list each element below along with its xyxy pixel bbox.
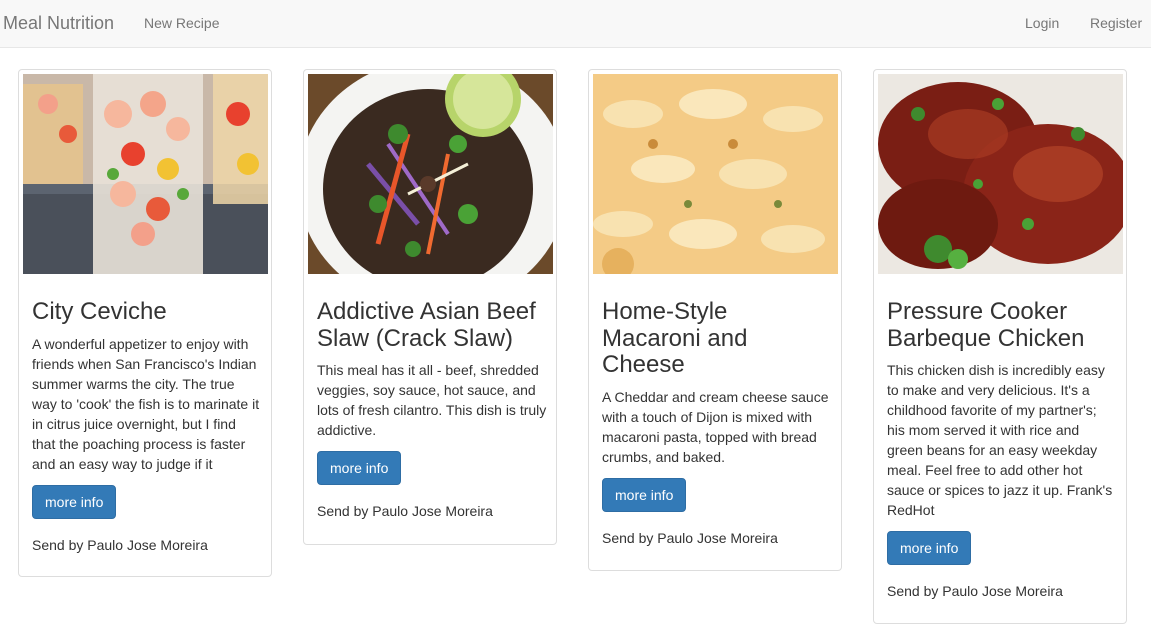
recipe-image-bbq-chicken	[878, 74, 1123, 274]
recipe-description: This chicken dish is incredibly easy to …	[887, 362, 1113, 518]
recipe-caption: Addictive Asian Beef Slaw (Crack Slaw) T…	[317, 298, 547, 521]
recipe-sender: Send by Paulo Jose Moreira	[32, 536, 208, 553]
top-navbar: Meal Nutrition New Recipe Login Register	[0, 0, 1151, 48]
more-info-button[interactable]: more info	[602, 477, 687, 512]
nav-new-recipe[interactable]: New Recipe	[144, 15, 219, 31]
recipe-description: A Cheddar and cream cheese sauce with a …	[602, 388, 829, 465]
recipe-caption: City Ceviche A wonderful appetizer to en…	[32, 298, 262, 555]
recipe-title: Addictive Asian Beef Slaw (Crack Slaw)	[317, 298, 536, 352]
recipe-title: Home-Style Macaroni and Cheese	[602, 298, 748, 378]
more-info-button[interactable]: more info	[317, 451, 402, 485]
recipe-sender: Send by Paulo Jose Moreira	[317, 503, 493, 519]
recipe-description: A wonderful appetizer to enjoy with frie…	[32, 335, 260, 472]
recipe-card: City Ceviche A wonderful appetizer to en…	[18, 69, 272, 577]
nav-login[interactable]: Login	[1025, 15, 1059, 31]
more-info-button[interactable]: more info	[32, 484, 117, 519]
nav-register[interactable]: Register	[1090, 15, 1142, 31]
recipe-sender: Send by Paulo Jose Moreira	[602, 529, 778, 546]
recipe-title: City Ceviche	[32, 298, 167, 325]
recipe-image-mac-cheese	[593, 74, 838, 274]
recipe-card: Home-Style Macaroni and Cheese A Cheddar…	[588, 69, 842, 571]
recipe-title: Pressure Cooker Barbeque Chicken	[887, 298, 1085, 352]
recipe-sender: Send by Paulo Jose Moreira	[887, 583, 1063, 599]
brand-link[interactable]: Meal Nutrition	[3, 13, 114, 33]
recipe-image-ceviche	[23, 74, 268, 274]
more-info-button[interactable]: more info	[887, 531, 972, 565]
recipe-caption: Home-Style Macaroni and Cheese A Cheddar…	[602, 298, 832, 548]
recipe-card: Pressure Cooker Barbeque Chicken This ch…	[873, 69, 1127, 624]
recipe-description: This meal has it all - beef, shredded ve…	[317, 362, 547, 438]
recipe-card: Addictive Asian Beef Slaw (Crack Slaw) T…	[303, 69, 557, 545]
recipe-image-beef-slaw	[308, 74, 553, 274]
recipe-caption: Pressure Cooker Barbeque Chicken This ch…	[887, 298, 1117, 601]
